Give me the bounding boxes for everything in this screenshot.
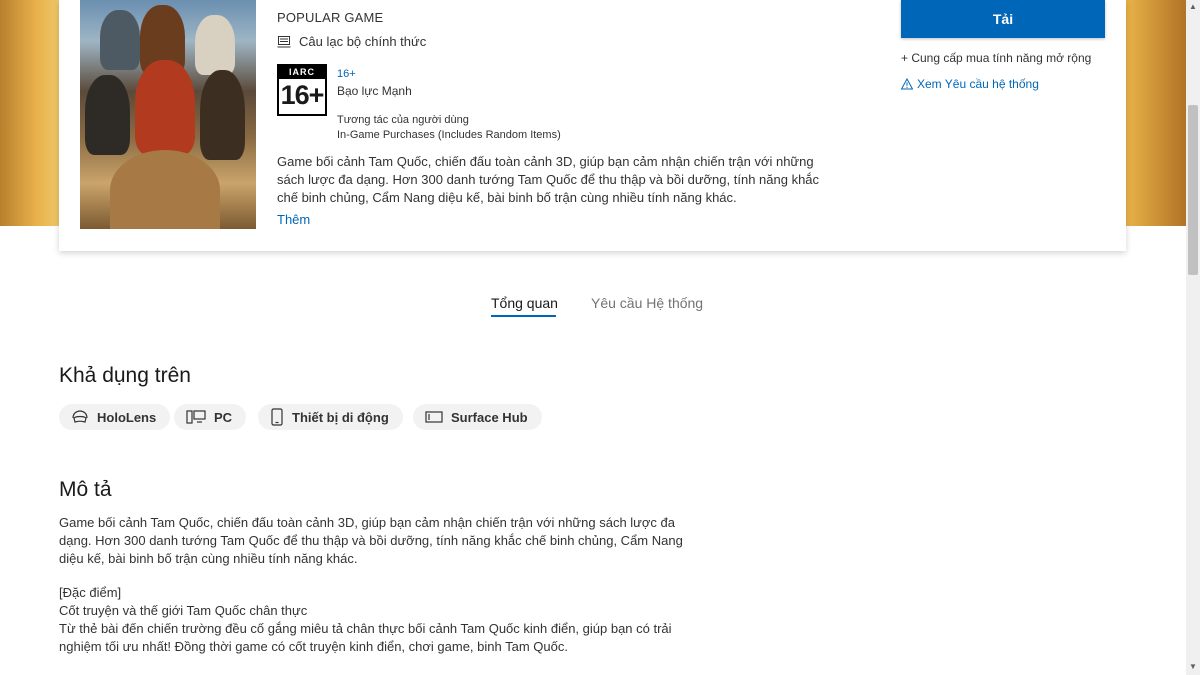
tab-system-requirements[interactable]: Yêu cầu Hệ thống bbox=[591, 295, 703, 311]
in-app-purchases-note: + Cung cấp mua tính năng mở rộng bbox=[901, 51, 1092, 65]
scrollbar-thumb[interactable] bbox=[1188, 105, 1198, 275]
warning-icon bbox=[901, 78, 913, 90]
device-pill-surface-hub[interactable]: Surface Hub bbox=[413, 404, 542, 430]
features-label: [Đặc điểm] bbox=[59, 585, 122, 600]
device-label-pc: PC bbox=[214, 409, 233, 425]
scroll-up-icon[interactable]: ▲ bbox=[1188, 2, 1198, 12]
club-icon bbox=[277, 35, 291, 47]
device-label-hololens: HoloLens bbox=[97, 409, 157, 425]
product-card: POPULAR GAME Câu lạc bộ chính thức IARC … bbox=[59, 0, 1126, 251]
device-pill-pc[interactable]: PC bbox=[174, 404, 247, 430]
active-tab-indicator bbox=[491, 315, 556, 317]
rating-age: 16+ bbox=[280, 80, 325, 110]
more-link[interactable]: Thêm bbox=[277, 212, 310, 227]
age-rating-badge: IARC 16+ bbox=[277, 64, 327, 116]
device-label-surface-hub: Surface Hub bbox=[451, 409, 528, 425]
mobile-device-icon bbox=[271, 408, 283, 426]
device-pill-hololens[interactable]: HoloLens bbox=[59, 404, 171, 430]
hololens-icon bbox=[72, 410, 88, 423]
system-requirements-label: Xem Yêu cầu hệ thống bbox=[917, 77, 1039, 91]
product-summary: Game bối cảnh Tam Quốc, chiến đấu toàn c… bbox=[277, 154, 820, 205]
pc-icon bbox=[186, 410, 206, 424]
system-requirements-link[interactable]: Xem Yêu cầu hệ thống bbox=[901, 77, 1039, 91]
scroll-down-icon[interactable]: ▼ bbox=[1188, 662, 1198, 672]
scrollbar-track[interactable] bbox=[1186, 0, 1200, 675]
device-label-mobile: Thiết bị di động bbox=[292, 409, 389, 425]
interaction-purchases: In-Game Purchases (Includes Random Items… bbox=[337, 129, 561, 141]
feature-text: Từ thẻ bài đến chiến trường đều cố gắng … bbox=[59, 621, 672, 654]
available-on-heading: Khả dụng trên bbox=[59, 364, 191, 387]
interaction-users: Tương tác của người dùng bbox=[337, 114, 469, 126]
description-heading: Mô tả bbox=[59, 478, 112, 501]
rating-descriptor: Bạo lực Mạnh bbox=[337, 84, 412, 98]
get-button[interactable]: Tải bbox=[901, 0, 1105, 38]
tab-overview[interactable]: Tổng quan bbox=[491, 295, 558, 311]
device-pill-mobile[interactable]: Thiết bị di động bbox=[258, 404, 403, 430]
feature-title: Cốt truyện và thế giới Tam Quốc chân thự… bbox=[59, 603, 308, 618]
product-category: POPULAR GAME bbox=[277, 10, 384, 25]
surface-hub-icon bbox=[425, 411, 443, 423]
description-paragraph: Game bối cảnh Tam Quốc, chiến đấu toàn c… bbox=[59, 515, 683, 566]
rating-authority: IARC bbox=[279, 66, 325, 79]
official-club[interactable]: Câu lạc bộ chính thức bbox=[277, 34, 426, 49]
club-label: Câu lạc bộ chính thức bbox=[299, 34, 427, 49]
game-cover-art bbox=[80, 0, 256, 229]
age-rating-link[interactable]: 16+ bbox=[337, 68, 356, 80]
